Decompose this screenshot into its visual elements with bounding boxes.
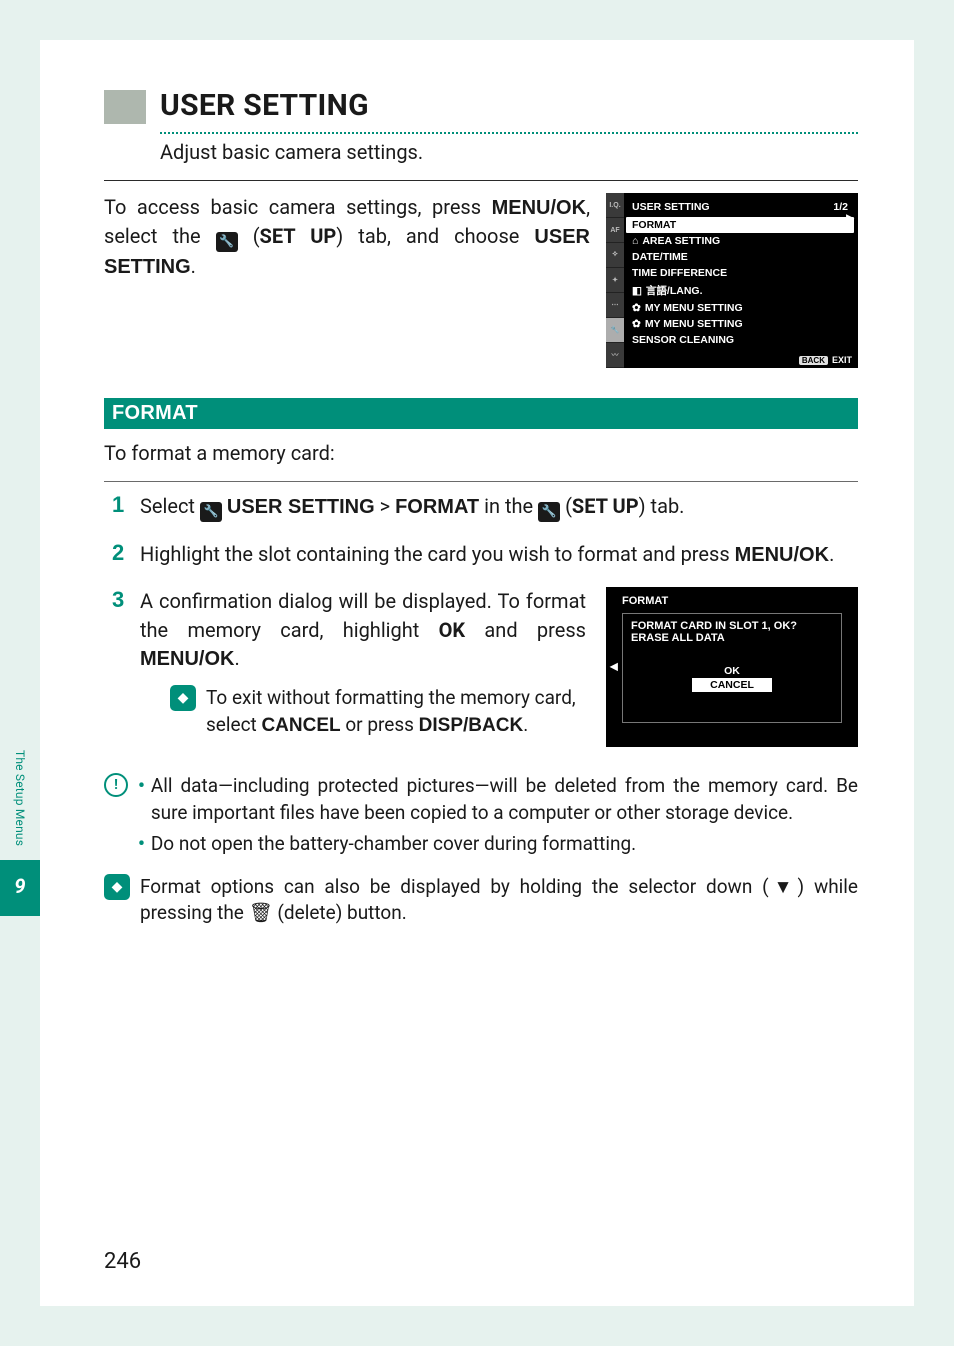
tip-exit-formatting: ◆ To exit without formatting the memory … xyxy=(170,685,586,738)
cam-page: 1/2 xyxy=(833,201,848,213)
chevron-right-icon: ▶ xyxy=(846,213,854,224)
heading-block-icon xyxy=(104,90,146,124)
cam-item: ◧ 言語/LANG. xyxy=(626,281,854,300)
step-2: 2 Highlight the slot containing the card… xyxy=(112,540,858,569)
cam-item: ⌂ AREA SETTING xyxy=(626,233,854,249)
cam-item: ✿ MY MENU SETTING xyxy=(626,316,854,332)
dlg-cancel: CANCEL xyxy=(692,678,772,692)
chevron-left-icon: ◀ xyxy=(610,662,618,673)
page-number: 246 xyxy=(104,1249,141,1274)
tip-icon: ◆ xyxy=(104,874,130,900)
wrench-icon: 🔧 xyxy=(538,502,560,522)
page-title: USER SETTING xyxy=(160,88,369,124)
divider xyxy=(104,481,858,482)
access-paragraph: To access basic camera settings, press M… xyxy=(104,193,590,281)
page: USER SETTING Adjust basic camera setting… xyxy=(40,40,914,1306)
dlg-ok: OK xyxy=(631,664,833,678)
wrench-icon: 🔧 xyxy=(200,502,222,522)
dlg-line1: FORMAT CARD IN SLOT 1, OK? xyxy=(631,620,833,632)
side-tab-number: 9 xyxy=(0,860,40,916)
section-heading-format: FORMAT xyxy=(104,398,858,429)
side-tab: The Setup Menus 9 xyxy=(0,730,40,916)
tip-icon: ◆ xyxy=(170,685,196,711)
wrench-icon: 🔧 xyxy=(216,232,238,252)
camera-menu-screenshot: I.Q. AF ⯎ ✦ ⋯ 🔧 〰 USER SETTING 1/2 ▶ FOR… xyxy=(606,193,858,368)
cam-item: TIME DIFFERENCE xyxy=(626,265,854,281)
cam-item: SENSOR CLEANING xyxy=(626,332,854,348)
dlg-title: FORMAT xyxy=(622,595,842,607)
format-dialog-screenshot: ◀ FORMAT FORMAT CARD IN SLOT 1, OK? ERAS… xyxy=(606,587,858,747)
tip-format-shortcut: ◆ Format options can also be displayed b… xyxy=(104,874,858,926)
step-3: 3 A confirmation dialog will be displaye… xyxy=(112,587,858,747)
step-1: 1 Select 🔧 USER SETTING > FORMAT in the … xyxy=(112,492,858,522)
trash-icon: 🗑 xyxy=(249,901,273,924)
heading-underline xyxy=(160,132,858,134)
cam-footer: BACKEXIT xyxy=(799,355,852,365)
page-heading: USER SETTING xyxy=(104,88,858,124)
setup-tab-icon: 🔧 xyxy=(606,318,624,343)
side-tab-label: The Setup Menus xyxy=(13,730,27,860)
cam-item: DATE/TIME xyxy=(626,249,854,265)
cam-item: ✿ MY MENU SETTING xyxy=(626,300,854,316)
cam-title: USER SETTING xyxy=(632,201,710,213)
format-intro: To format a memory card: xyxy=(104,439,858,467)
warning-block: ! All data—including protected pictures—… xyxy=(104,773,858,858)
cam-item-format: FORMAT xyxy=(626,217,854,233)
warning-icon: ! xyxy=(104,773,128,797)
dlg-line2: ERASE ALL DATA xyxy=(631,632,833,644)
page-subtitle: Adjust basic camera settings. xyxy=(160,140,858,164)
divider xyxy=(104,180,858,181)
